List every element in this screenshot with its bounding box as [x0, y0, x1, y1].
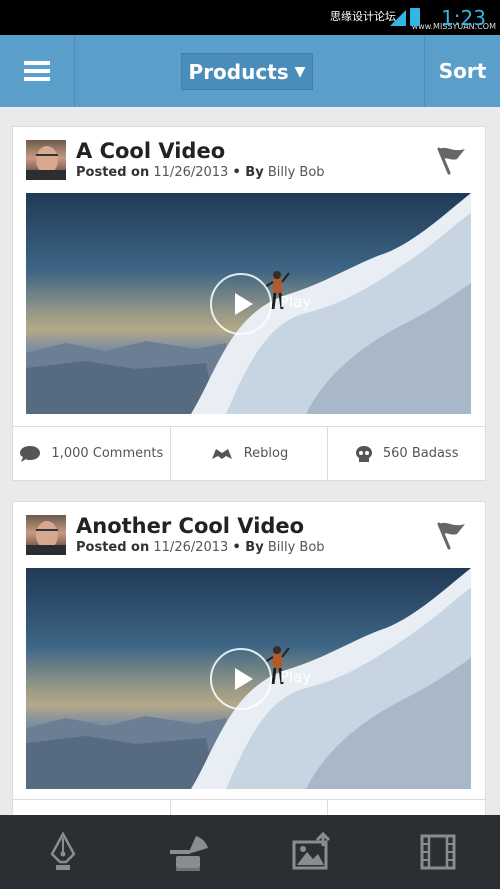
status-bar: 思缘设计论坛 www.MISSYUAN.COM 1:23 — [0, 0, 500, 35]
post-date: 11/26/2013 — [153, 165, 229, 180]
badass-button[interactable]: 560 Badass — [328, 427, 485, 480]
post-date: 11/26/2013 — [153, 540, 229, 555]
post-meta: Posted on 11/26/2013 • By Billy Bob — [76, 165, 325, 180]
film-strip-icon — [420, 834, 455, 870]
badass-count: 560 Badass — [382, 446, 459, 461]
pen-nib-icon — [49, 832, 76, 870]
reblog-icon — [211, 448, 232, 459]
post-author[interactable]: Billy Bob — [268, 165, 325, 180]
nav-write[interactable] — [33, 824, 93, 880]
post-card: Another Cool Video Posted on 11/26/2013 … — [12, 501, 486, 831]
reblog-button[interactable]: Reblog — [171, 427, 329, 480]
posted-on-label: Posted on — [76, 540, 150, 555]
video-player[interactable]: Play — [26, 568, 471, 789]
hamburger-menu-icon — [24, 57, 50, 85]
battery-icon — [410, 8, 420, 26]
image-upload-icon — [292, 832, 330, 870]
post-title[interactable]: A Cool Video — [76, 139, 225, 163]
comments-count: 1,000 Comments — [51, 446, 164, 461]
products-dropdown[interactable]: Products ▼ — [181, 53, 313, 90]
post-title[interactable]: Another Cool Video — [76, 514, 304, 538]
video-player[interactable]: Play — [26, 193, 471, 414]
sort-button[interactable]: Sort — [424, 35, 500, 107]
gramophone-icon — [169, 836, 208, 871]
play-label: Play — [280, 668, 312, 686]
post-meta: Posted on 11/26/2013 • By Billy Bob — [76, 540, 325, 555]
status-time: 1:23 — [441, 6, 486, 30]
bottom-nav — [0, 815, 500, 889]
menu-button[interactable] — [0, 35, 75, 107]
skull-icon — [355, 445, 372, 462]
products-dropdown-label: Products — [188, 59, 289, 84]
play-button[interactable] — [210, 648, 272, 710]
nav-audio[interactable] — [158, 824, 218, 880]
by-label: • By — [232, 540, 264, 555]
by-label: • By — [232, 165, 264, 180]
flag-icon[interactable] — [435, 520, 467, 550]
play-label: Play — [280, 293, 312, 311]
post-card: A Cool Video Posted on 11/26/2013 • By B… — [12, 126, 486, 481]
status-icons — [390, 8, 420, 26]
post-actions: 1,000 Comments Reblog 560 Badass — [13, 426, 485, 480]
signal-icon — [390, 10, 406, 26]
nav-video[interactable] — [408, 824, 468, 880]
flag-icon[interactable] — [435, 145, 467, 175]
posted-on-label: Posted on — [76, 165, 150, 180]
nav-photo[interactable] — [283, 824, 343, 880]
speech-bubble-icon — [20, 445, 41, 462]
reblog-label: Reblog — [243, 446, 289, 461]
play-button[interactable] — [210, 273, 272, 335]
play-icon — [234, 293, 253, 315]
comments-button[interactable]: 1,000 Comments — [13, 427, 171, 480]
avatar[interactable] — [26, 140, 66, 180]
watermark-text: 思缘设计论坛 — [330, 10, 396, 23]
post-author[interactable]: Billy Bob — [268, 540, 325, 555]
play-icon — [234, 668, 253, 690]
caret-down-icon: ▼ — [294, 63, 306, 80]
app-header: Products ▼ Sort — [0, 35, 500, 107]
avatar[interactable] — [26, 515, 66, 555]
